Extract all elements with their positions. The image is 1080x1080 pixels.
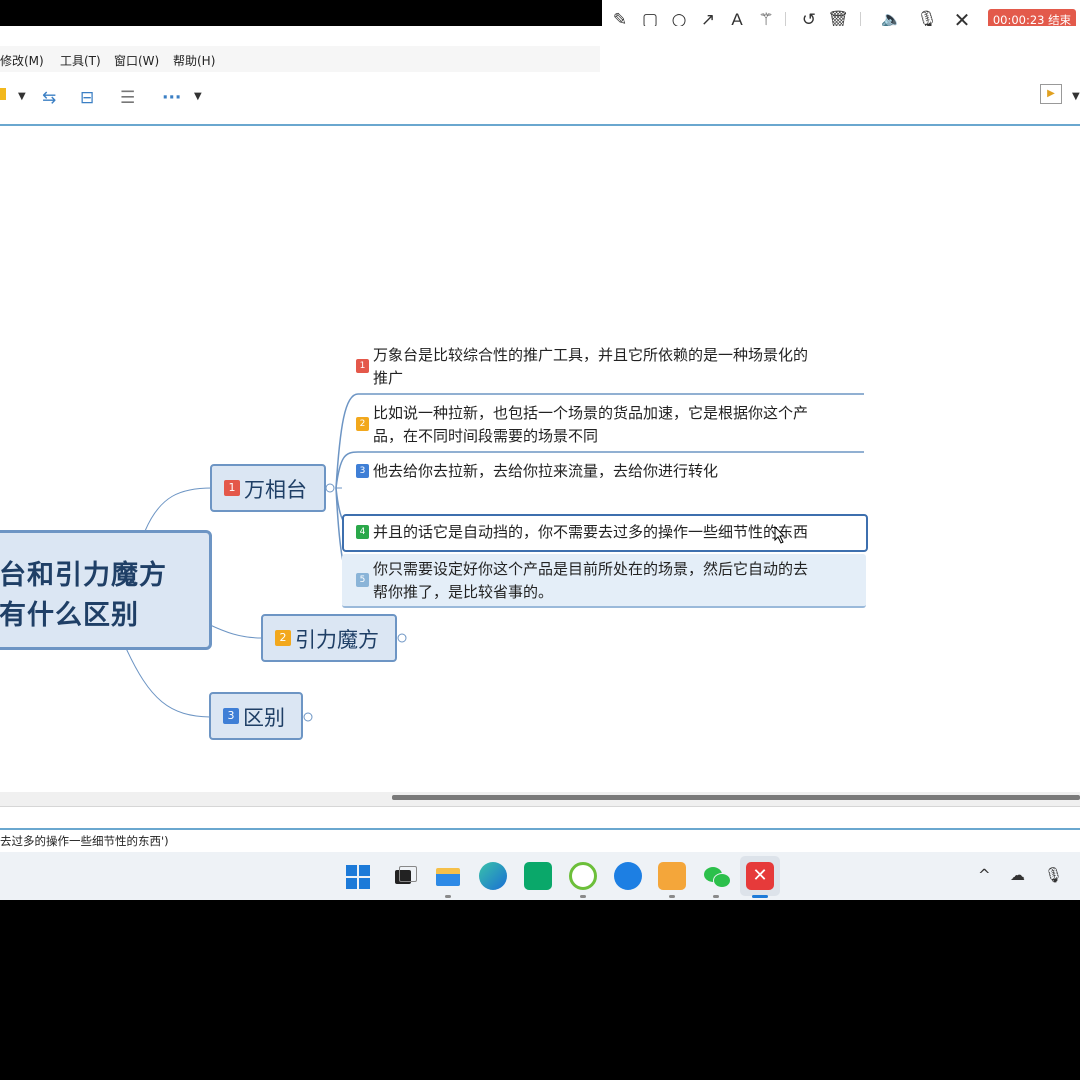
more-icon[interactable]: ··· bbox=[162, 88, 181, 108]
menu-help[interactable]: 帮助(H) bbox=[173, 52, 215, 69]
status-text: 去过多的操作一些细节性的东西') bbox=[0, 834, 169, 848]
chevron-up-icon[interactable]: ^ bbox=[978, 866, 991, 884]
central-topic[interactable]: 台和引力魔方 有什么区别 bbox=[0, 530, 212, 650]
summary-icon[interactable]: ☰ bbox=[120, 88, 135, 108]
subtopic-5[interactable]: 5 你只需要设定好你这个产品是目前所处在的场景，然后它自动的去 帮你推了，是比较省… bbox=[356, 558, 861, 604]
running-indicator bbox=[580, 895, 586, 898]
subtopic-5-hover[interactable]: 5 你只需要设定好你这个产品是目前所处在的场景，然后它自动的去 帮你推了，是比较省… bbox=[342, 554, 866, 608]
priority-badge: 2 bbox=[356, 417, 369, 431]
branch-label: 区别 bbox=[243, 706, 285, 730]
subtopic-text: 并且的话它是自动挡的，你不需要去过多的操作一些细节性的东西 bbox=[373, 523, 809, 541]
presentation-icon[interactable]: ▶ bbox=[1040, 84, 1062, 104]
browser-icon[interactable] bbox=[614, 862, 642, 890]
relationship-icon[interactable]: ⇆ bbox=[42, 88, 56, 108]
active-indicator bbox=[752, 895, 768, 898]
connector-lines bbox=[124, 393, 866, 722]
branch-label: 引力魔方 bbox=[295, 628, 379, 652]
subtopic-text: 你只需要设定好你这个产品是目前所处在的场景，然后它自动的去 帮你推了，是比较省事的… bbox=[373, 560, 809, 601]
status-bar: 去过多的操作一些细节性的东西') bbox=[0, 830, 1080, 852]
menu-tools[interactable]: 工具(T) bbox=[60, 52, 101, 69]
subtopic-2[interactable]: 2 比如说一种拉新，也包括一个场景的货品加速，它是根据你这个产 品，在不同时间段需… bbox=[356, 402, 866, 450]
priority-badge: 3 bbox=[356, 464, 369, 478]
menu-bar: 修改(M) 工具(T) 窗口(W) 帮助(H) bbox=[0, 46, 600, 72]
running-indicator bbox=[713, 895, 719, 898]
running-indicator bbox=[669, 895, 675, 898]
priority-badge: 1 bbox=[356, 359, 369, 373]
chevron-down-icon[interactable]: ▼ bbox=[18, 91, 26, 102]
task-view-icon[interactable] bbox=[389, 862, 417, 890]
subtopic-3[interactable]: 3 他去给你去拉新，去给你拉来流量，去给你进行转化 bbox=[356, 460, 866, 486]
branch-topic-qubie[interactable]: 3 区别 bbox=[209, 692, 303, 740]
file-explorer-icon[interactable] bbox=[434, 862, 462, 890]
priority-badge: 3 bbox=[223, 708, 239, 724]
subtopic-text: 比如说一种拉新，也包括一个场景的货品加速，它是根据你这个产 品，在不同时间段需要的… bbox=[373, 404, 809, 445]
priority-badge: 5 bbox=[356, 573, 369, 587]
priority-badge: 2 bbox=[275, 630, 291, 646]
wechat-icon[interactable] bbox=[702, 862, 731, 890]
mouse-cursor-icon bbox=[774, 526, 786, 544]
subtopic-1[interactable]: 1 万象台是比较综合性的推广工具，并且它所依赖的是一种场景化的 推广 bbox=[356, 344, 866, 392]
color-icon[interactable] bbox=[0, 88, 6, 100]
boundary-icon[interactable]: ⊟ bbox=[80, 88, 94, 108]
chevron-down-icon[interactable]: ▼ bbox=[194, 91, 202, 102]
photos-icon[interactable] bbox=[658, 862, 686, 890]
running-indicator bbox=[445, 895, 451, 898]
menu-window[interactable]: 窗口(W) bbox=[114, 52, 159, 69]
app-window: 修改(M) 工具(T) 窗口(W) 帮助(H) ▼ ⇆ ⊟ ☰ ··· ▼ ▶ … bbox=[0, 26, 1080, 900]
scrollbar-thumb[interactable] bbox=[392, 795, 1080, 800]
store-icon[interactable] bbox=[524, 862, 552, 890]
taskbar: ✕ ^ ☁ 🎙 bbox=[0, 852, 1080, 900]
microphone-icon[interactable]: 🎙 bbox=[1044, 866, 1063, 884]
branch-label: 万相台 bbox=[244, 478, 307, 502]
subtopic-text: 万象台是比较综合性的推广工具，并且它所依赖的是一种场景化的 推广 bbox=[373, 346, 809, 387]
windows-start-icon[interactable] bbox=[344, 862, 372, 890]
subtopic-text: 他去给你去拉新，去给你拉来流量，去给你进行转化 bbox=[373, 462, 719, 480]
chevron-down-icon[interactable]: ▼ bbox=[1072, 91, 1080, 102]
xmind-icon[interactable]: ✕ bbox=[746, 862, 774, 890]
main-toolbar: ▼ ⇆ ⊟ ☰ ··· ▼ ▶ ▼ bbox=[0, 72, 1080, 124]
central-topic-line1: 台和引力魔方 bbox=[0, 560, 167, 591]
edge-icon[interactable] bbox=[479, 862, 507, 890]
priority-badge: 4 bbox=[356, 525, 369, 539]
mindmap-canvas[interactable]: 台和引力魔方 有什么区别 1 万相台 2 引力魔方 3 区别 1 万象台是比较综… bbox=[0, 126, 1080, 792]
branch-topic-yinlimofang[interactable]: 2 引力魔方 bbox=[261, 614, 397, 662]
lower-panel bbox=[0, 806, 1080, 829]
menu-modify[interactable]: 修改(M) bbox=[0, 52, 44, 69]
cloud-icon[interactable]: ☁ bbox=[1010, 866, 1025, 884]
ie-icon[interactable] bbox=[569, 862, 597, 890]
priority-badge: 1 bbox=[224, 480, 240, 496]
central-topic-line2: 有什么区别 bbox=[0, 600, 139, 631]
branch-topic-wanxiangtai[interactable]: 1 万相台 bbox=[210, 464, 326, 512]
subtopic-4-selected[interactable]: 4 并且的话它是自动挡的，你不需要去过多的操作一些细节性的东西 bbox=[342, 514, 868, 552]
